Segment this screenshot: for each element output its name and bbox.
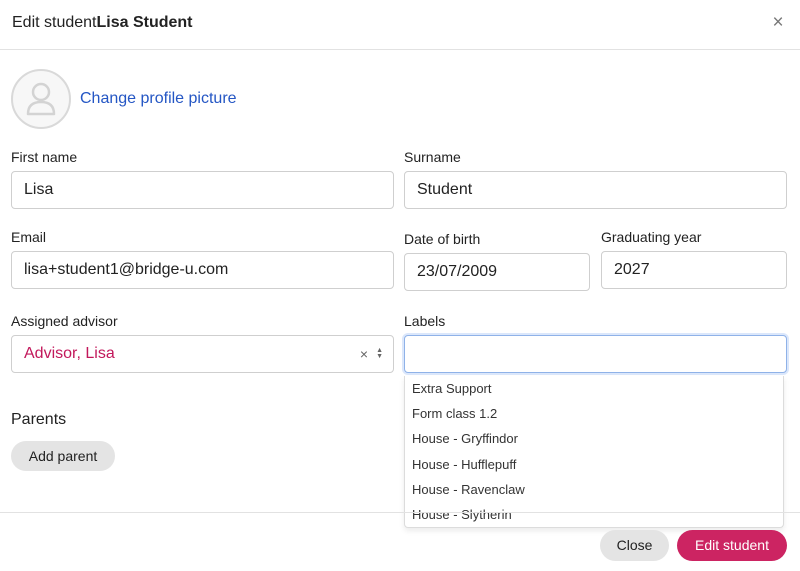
labels-dropdown: Extra Support Form class 1.2 House - Gry…	[404, 376, 784, 528]
user-silhouette-icon	[26, 82, 56, 116]
avatar[interactable]	[11, 69, 71, 129]
sort-arrows-icon[interactable]: ▲ ▼	[376, 347, 383, 360]
surname-field[interactable]: Student	[404, 171, 787, 209]
first-name-value: Lisa	[24, 181, 54, 198]
assigned-advisor-select[interactable]: Advisor, Lisa × ▲ ▼	[11, 335, 394, 373]
select-controls: × ▲ ▼	[360, 336, 383, 372]
labels-label: Labels	[404, 313, 446, 329]
label-option[interactable]: House - Gryffindor	[405, 426, 783, 451]
clear-icon[interactable]: ×	[360, 336, 368, 372]
graduating-year-value: 2027	[614, 261, 650, 278]
parents-heading: Parents	[11, 411, 67, 428]
label-option[interactable]: House - Hufflepuff	[405, 452, 783, 477]
first-name-label: First name	[11, 149, 78, 165]
change-profile-picture-link[interactable]: Change profile picture	[80, 90, 237, 108]
label-option[interactable]: Extra Support	[405, 376, 783, 401]
title-student-name: Lisa Student	[96, 14, 193, 31]
modal-header: Edit studentLisa Student ×	[0, 0, 800, 50]
label-option[interactable]: House - Ravenclaw	[405, 477, 783, 502]
add-parent-button[interactable]: Add parent	[11, 441, 115, 471]
surname-value: Student	[417, 181, 473, 198]
graduating-year-field[interactable]: 2027	[601, 251, 787, 289]
modal-title: Edit studentLisa Student	[12, 14, 193, 32]
label-option[interactable]: Form class 1.2	[405, 401, 783, 426]
edit-student-button[interactable]: Edit student	[677, 530, 787, 561]
close-button[interactable]: Close	[600, 530, 669, 561]
email-field[interactable]: lisa+student1@bridge-u.com	[11, 251, 394, 289]
title-prefix: Edit student	[12, 14, 97, 31]
label-option[interactable]: House - Slytherin	[405, 502, 783, 527]
assigned-advisor-label: Assigned advisor	[11, 313, 118, 329]
labels-input[interactable]	[404, 335, 787, 373]
email-value: lisa+student1@bridge-u.com	[24, 261, 229, 278]
close-icon[interactable]: ×	[770, 13, 786, 33]
date-of-birth-value: 23/07/2009	[417, 263, 498, 280]
footer-divider	[0, 512, 800, 513]
assigned-advisor-value: Advisor, Lisa	[24, 345, 115, 362]
date-of-birth-label: Date of birth	[404, 231, 481, 247]
date-of-birth-field[interactable]: 23/07/2009	[404, 253, 590, 291]
first-name-field[interactable]: Lisa	[11, 171, 394, 209]
surname-label: Surname	[404, 149, 461, 165]
graduating-year-label: Graduating year	[601, 229, 702, 245]
email-label: Email	[11, 229, 47, 245]
